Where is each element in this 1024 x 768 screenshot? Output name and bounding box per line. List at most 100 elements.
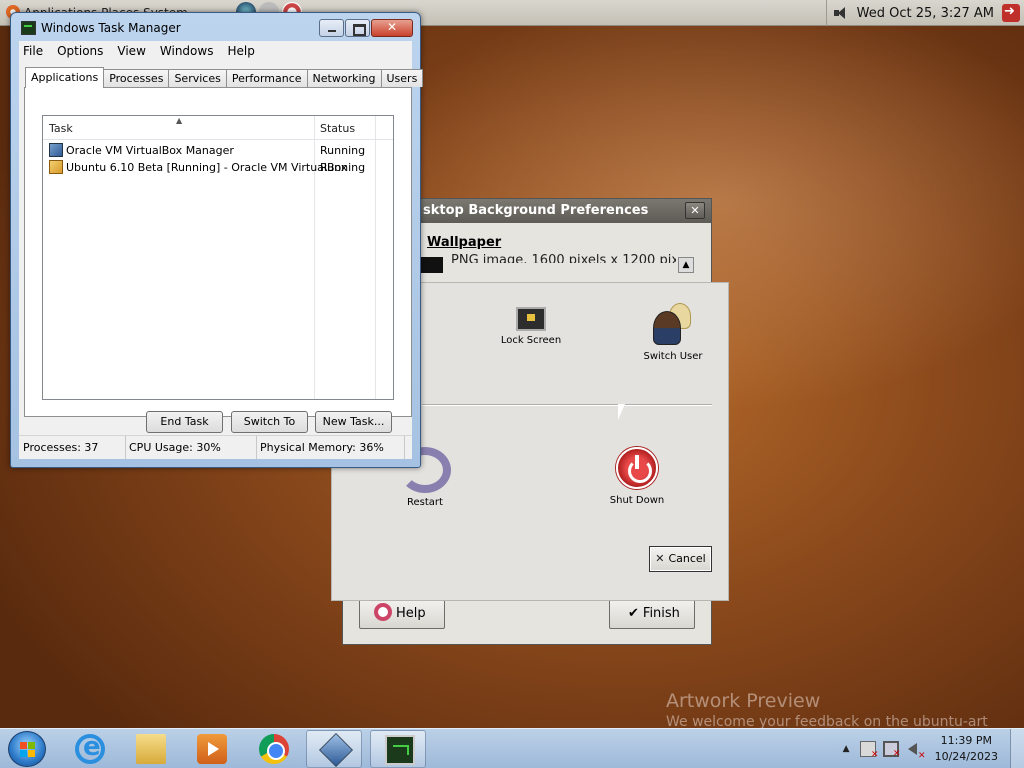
taskbar-clock[interactable]: 11:39 PM 10/24/2023 — [935, 733, 998, 765]
volume-icon[interactable] — [833, 6, 851, 20]
watermark-title: Artwork Preview — [666, 690, 821, 712]
internet-explorer-icon — [75, 732, 105, 764]
bg-prefs-title: sktop Background Preferences — [423, 203, 649, 218]
row-status: Running — [320, 144, 366, 157]
tab-networking[interactable]: Networking — [306, 69, 382, 87]
clock-date: 10/24/2023 — [934, 750, 998, 763]
bg-prefs-close-button[interactable]: ✕ — [685, 202, 705, 219]
help-button-label: Help — [396, 606, 426, 621]
file-explorer-icon — [136, 734, 166, 764]
cancel-x-icon: ✕ — [655, 552, 665, 565]
show-hidden-icons-arrow-icon[interactable]: ▲ — [843, 744, 850, 754]
row-status: Running — [320, 161, 366, 174]
task-manager-icon — [385, 735, 415, 765]
wallpaper-heading: Wallpaper — [427, 235, 501, 250]
taskbar-chrome[interactable] — [245, 730, 301, 768]
task-manager-titlebar[interactable]: Windows Task Manager — [11, 13, 420, 43]
scroll-up-arrow-icon[interactable]: ▲ — [678, 257, 694, 273]
wallpaper-heading-text: Wallpaper — [427, 235, 502, 250]
logout-icon[interactable] — [1002, 4, 1020, 22]
close-button[interactable] — [371, 19, 413, 37]
menu-view[interactable]: View — [117, 44, 145, 58]
status-processes: Processes: 37 — [19, 436, 126, 459]
status-physical-memory: Physical Memory: 36% — [257, 436, 405, 459]
column-header-status[interactable]: Status — [320, 122, 355, 135]
menu-bar: File Options View Windows Help — [19, 41, 412, 61]
column-divider[interactable] — [375, 116, 376, 139]
shut-down-option[interactable]: Shut Down — [606, 447, 668, 506]
applications-panel: ▲ Task Status Oracle VM VirtualBox Manag… — [24, 87, 412, 433]
checkmark-icon: ✔ — [628, 606, 639, 621]
tab-performance[interactable]: Performance — [225, 69, 308, 87]
taskbar-internet-explorer[interactable] — [61, 730, 117, 768]
taskbar: ▲ 11:39 PM 10/24/2023 — [0, 728, 1024, 768]
lifebuoy-icon — [374, 603, 392, 621]
window-title: Windows Task Manager — [41, 21, 181, 35]
cancel-button-label: Cancel — [668, 552, 706, 565]
task-manager-app-icon — [21, 21, 36, 35]
tab-strip: Applications Processes Services Performa… — [25, 67, 424, 88]
caption-buttons — [319, 19, 413, 37]
table-row[interactable]: Ubuntu 6.10 Beta [Running] - Oracle VM V… — [47, 159, 387, 176]
end-task-button[interactable]: End Task — [146, 411, 223, 433]
column-divider[interactable] — [314, 116, 315, 139]
taskbar-virtualbox[interactable] — [306, 730, 362, 768]
new-task-button[interactable]: New Task... — [315, 411, 392, 433]
wallpaper-thumbnail[interactable] — [421, 257, 443, 273]
lock-screen-icon — [516, 307, 546, 331]
minimize-button[interactable] — [319, 19, 344, 37]
cancel-button[interactable]: ✕ Cancel — [649, 546, 712, 572]
top-panel-clock[interactable]: Wed Oct 25, 3:27 AM — [857, 6, 994, 21]
table-row[interactable]: Oracle VM VirtualBox Manager Running — [47, 142, 387, 159]
switch-user-label: Switch User — [643, 351, 703, 362]
menu-windows[interactable]: Windows — [160, 44, 214, 58]
show-desktop-button[interactable] — [1010, 729, 1024, 768]
menu-help[interactable]: Help — [227, 44, 254, 58]
task-manager-window: Windows Task Manager File Options View W… — [10, 12, 424, 468]
task-list-header: ▲ Task Status — [43, 116, 393, 140]
notification-area: ▲ 11:39 PM 10/24/2023 — [843, 729, 1024, 768]
taskbar-task-manager[interactable] — [370, 730, 426, 768]
row-task-name: Ubuntu 6.10 Beta [Running] - Oracle VM V… — [66, 161, 348, 174]
top-panel-tray: Wed Oct 25, 3:27 AM — [825, 0, 1024, 26]
task-manager-body: Applications Processes Services Performa… — [19, 61, 424, 459]
virtualbox-icon — [49, 143, 63, 157]
taskbar-media-player[interactable] — [183, 730, 239, 768]
switch-user-icon — [647, 303, 699, 347]
mouse-pointer-icon — [617, 403, 626, 421]
task-list[interactable]: ▲ Task Status Oracle VM VirtualBox Manag… — [42, 115, 394, 400]
start-button[interactable] — [8, 731, 46, 767]
lock-screen-option[interactable]: Lock Screen — [498, 307, 564, 346]
menu-options[interactable]: Options — [57, 44, 103, 58]
speaker-icon[interactable] — [906, 741, 926, 761]
menu-file[interactable]: File — [23, 44, 43, 58]
tab-processes[interactable]: Processes — [103, 69, 170, 87]
column-divider-body — [314, 140, 315, 399]
media-player-icon — [197, 734, 227, 764]
column-divider-body — [375, 140, 376, 399]
network-icon[interactable] — [882, 741, 901, 759]
virtualbox-icon — [319, 733, 353, 767]
tab-users[interactable]: Users — [380, 69, 424, 87]
status-bar: Processes: 37 CPU Usage: 30% Physical Me… — [19, 435, 412, 459]
action-center-icon[interactable] — [859, 741, 879, 760]
sort-ascending-icon: ▲ — [176, 116, 183, 125]
chrome-icon — [259, 734, 289, 764]
power-icon — [616, 447, 658, 489]
taskbar-file-explorer[interactable] — [122, 730, 178, 768]
status-cpu-usage: CPU Usage: 30% — [126, 436, 257, 459]
maximize-button[interactable] — [345, 19, 370, 37]
column-header-task[interactable]: Task — [49, 122, 73, 135]
finish-button[interactable]: ✔ Finish — [609, 599, 695, 629]
row-task-name: Oracle VM VirtualBox Manager — [66, 144, 234, 157]
artwork-preview-watermark: Artwork Preview We welcome your feedback… — [666, 690, 988, 730]
wallpaper-image-info: PNG image, 1600 pixels x 1200 pix — [451, 253, 676, 263]
switch-to-button[interactable]: Switch To — [231, 411, 308, 433]
tab-applications[interactable]: Applications — [25, 67, 105, 88]
clock-time: 11:39 PM — [940, 734, 992, 747]
help-button[interactable]: Help — [359, 599, 445, 629]
switch-user-option[interactable]: Switch User — [638, 303, 708, 362]
tab-services[interactable]: Services — [168, 69, 227, 87]
finish-button-label: Finish — [642, 606, 680, 621]
windows-logo-icon — [20, 742, 35, 757]
